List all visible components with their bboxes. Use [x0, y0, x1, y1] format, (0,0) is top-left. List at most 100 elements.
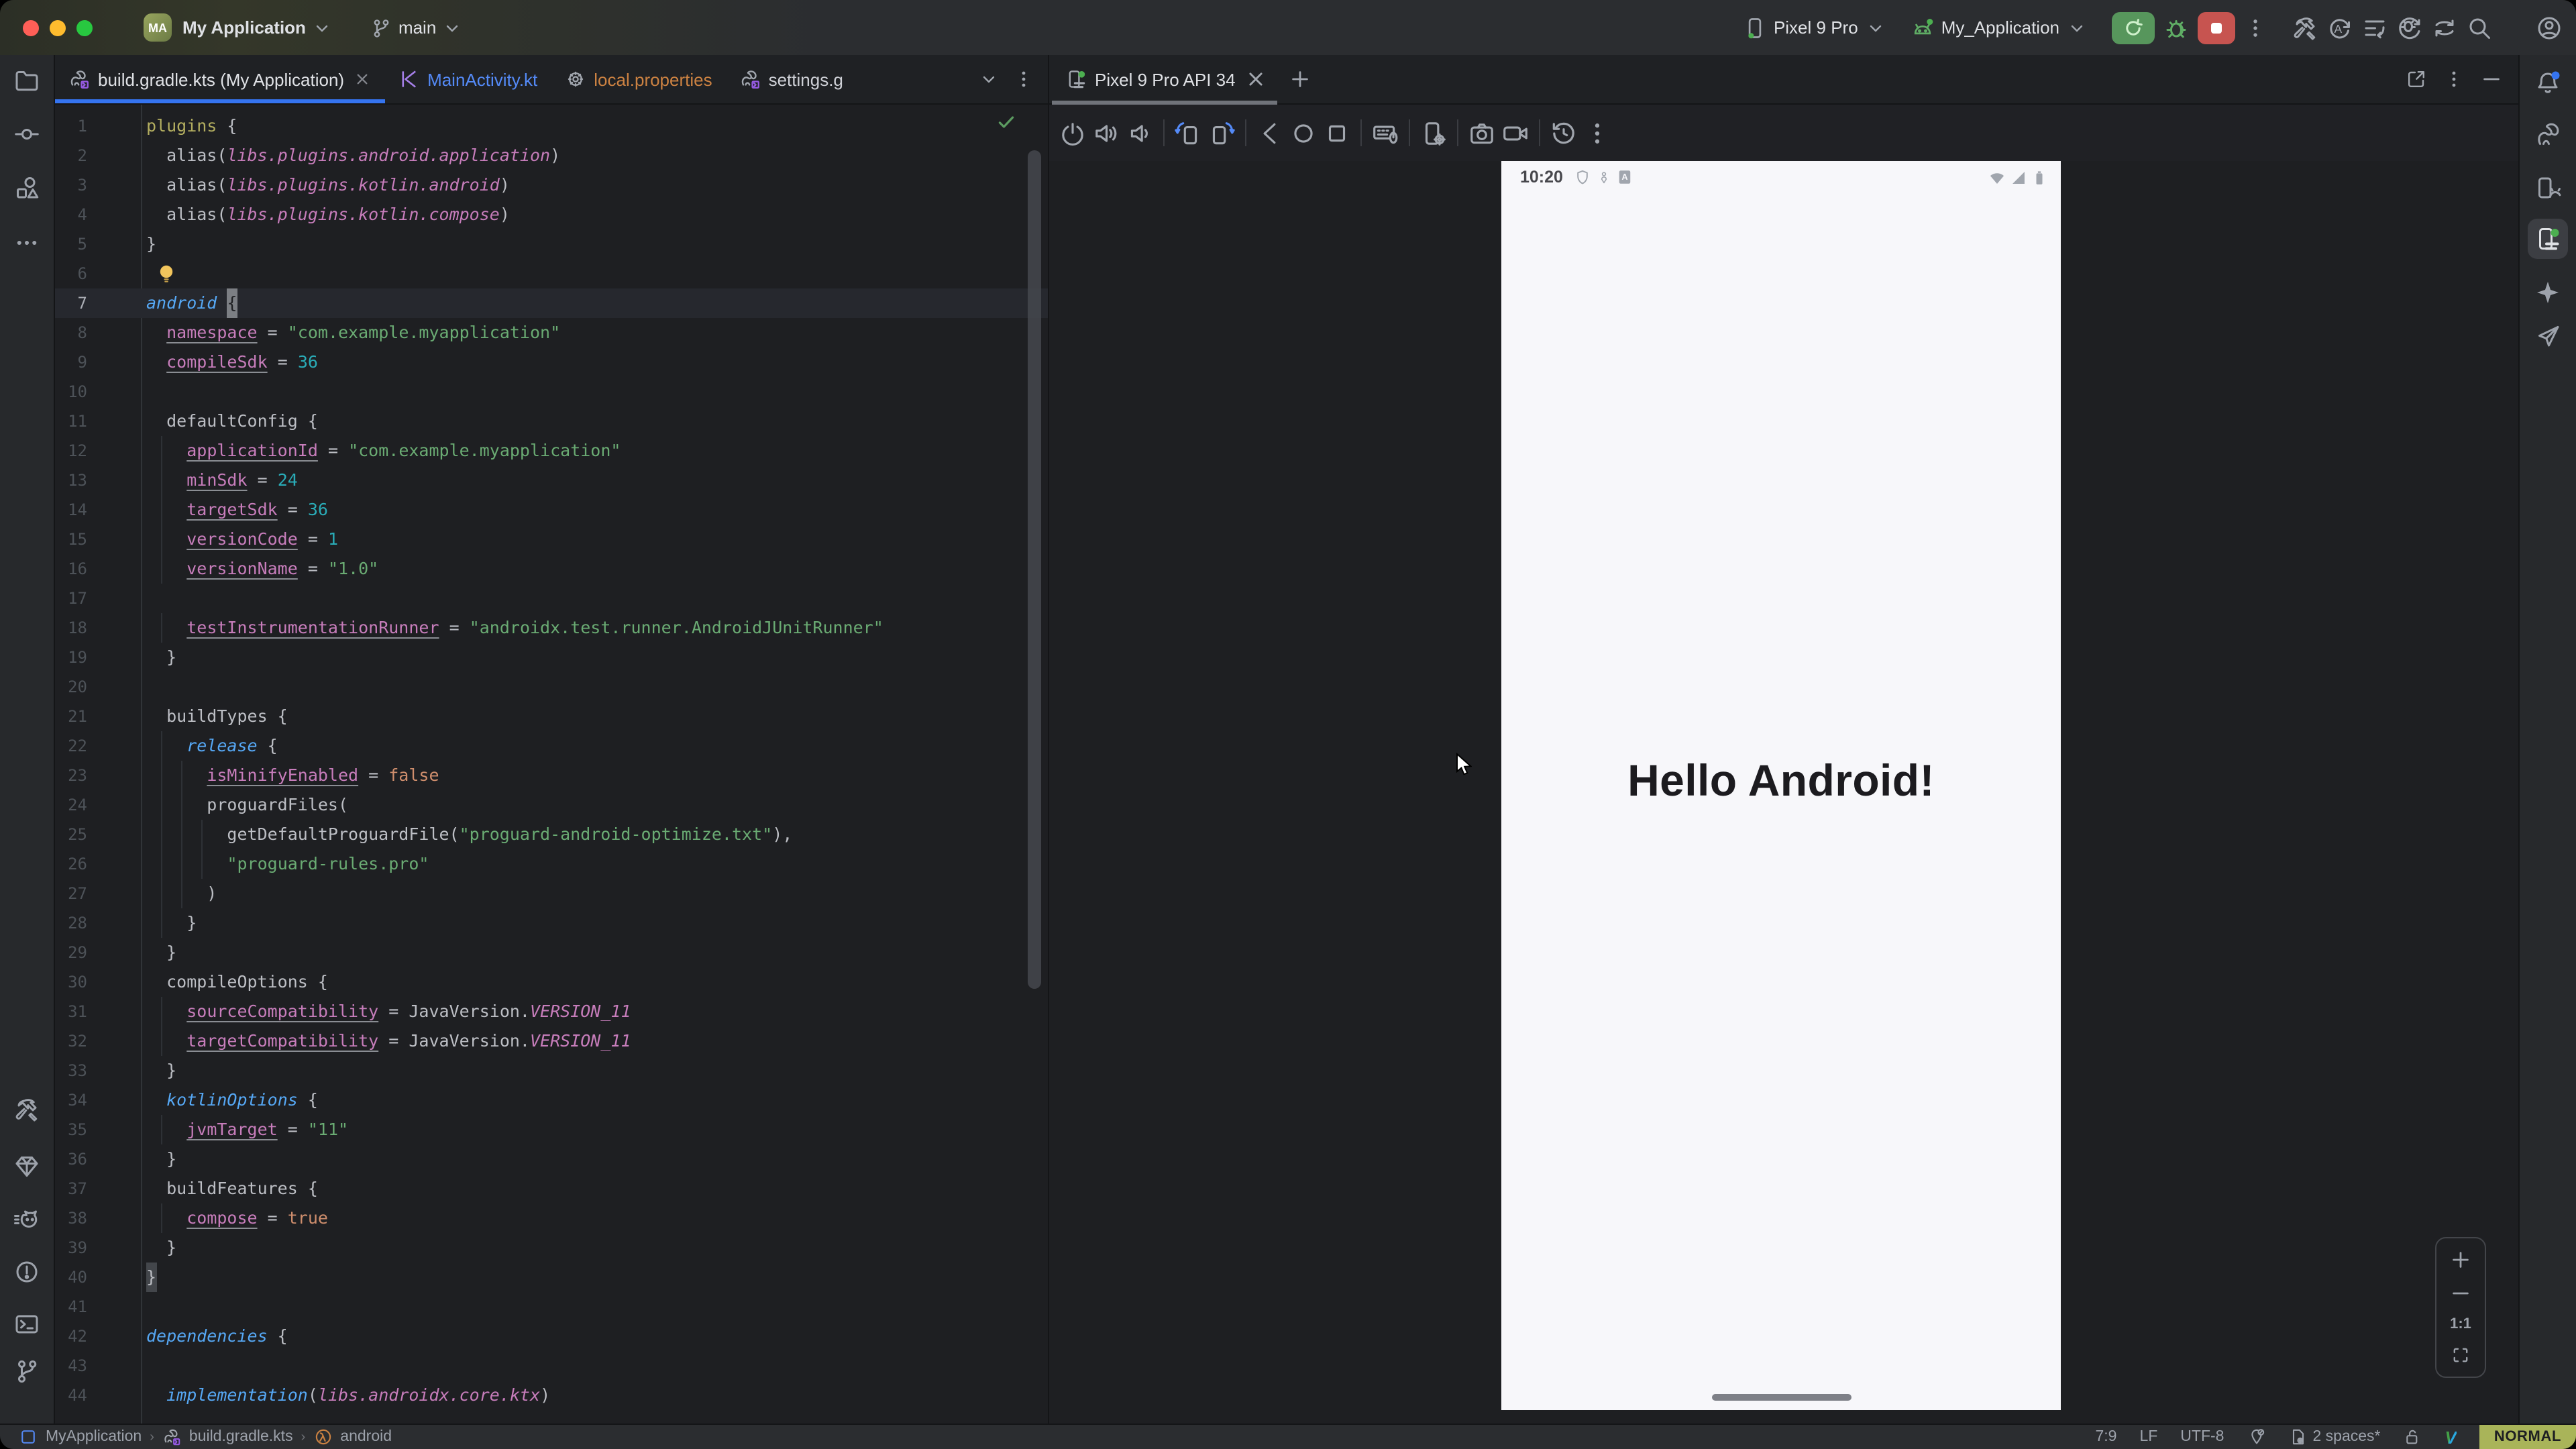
line-number[interactable]: 43 — [55, 1351, 87, 1381]
code-editor[interactable]: 1plugins {2 alias(libs.plugins.android.a… — [55, 105, 1048, 1424]
code-line[interactable]: 43 — [55, 1351, 1048, 1381]
line-number[interactable]: 9 — [55, 347, 87, 377]
line-number[interactable]: 8 — [55, 318, 87, 347]
device-mirroring-icon[interactable] — [2431, 14, 2458, 41]
code-line[interactable]: 1plugins { — [55, 111, 1048, 141]
close-icon[interactable] — [1244, 67, 1268, 91]
gradle-icon[interactable] — [2534, 122, 2561, 149]
line-number[interactable]: 20 — [55, 672, 87, 702]
device-tab[interactable]: Pixel 9 Pro API 34 — [1049, 55, 1279, 103]
code-line[interactable]: 7android { — [55, 288, 1048, 318]
hidden-tabs-icon[interactable] — [978, 68, 1000, 90]
line-number[interactable]: 23 — [55, 761, 87, 790]
code-line[interactable]: 44 implementation(libs.androidx.core.ktx… — [55, 1381, 1048, 1410]
code-line[interactable]: 11 defaultConfig { — [55, 407, 1048, 436]
logcat-icon[interactable] — [13, 1206, 40, 1233]
build-variants-icon[interactable] — [2361, 14, 2388, 41]
code-line[interactable]: 24 proguardFiles( — [55, 790, 1048, 820]
breadcrumb-item[interactable]: build.gradle.kts — [189, 1429, 293, 1445]
line-number[interactable]: 34 — [55, 1085, 87, 1115]
code-line[interactable]: 12 applicationId = "com.example.myapplic… — [55, 436, 1048, 466]
code-line[interactable]: 38 compose = true — [55, 1203, 1048, 1233]
device-settings-icon[interactable] — [1419, 119, 1448, 147]
reset-icon[interactable] — [1550, 119, 1578, 147]
code-line[interactable]: 13 minSdk = 24 — [55, 466, 1048, 495]
line-number[interactable]: 35 — [55, 1115, 87, 1144]
close-icon[interactable] — [352, 70, 371, 89]
code-line[interactable]: 2 alias(libs.plugins.android.application… — [55, 141, 1048, 170]
open-in-window-icon[interactable] — [2406, 68, 2427, 90]
project-tool-icon[interactable] — [13, 67, 40, 94]
code-line[interactable]: 34 kotlinOptions { — [55, 1085, 1048, 1115]
rerun-button[interactable] — [2112, 11, 2155, 44]
code-line[interactable]: 28 } — [55, 908, 1048, 938]
line-number[interactable]: 10 — [55, 377, 87, 407]
code-line[interactable]: 31 sourceCompatibility = JavaVersion.VER… — [55, 997, 1048, 1026]
code-line[interactable]: 6 — [55, 259, 1048, 288]
line-number[interactable]: 41 — [55, 1292, 87, 1322]
tab-options-icon[interactable] — [1013, 68, 1034, 90]
sync-project-icon[interactable]: A — [2326, 14, 2353, 41]
macos-close-button[interactable] — [23, 19, 39, 36]
debug-button[interactable] — [2163, 14, 2190, 41]
zoom-ratio[interactable]: 1:1 — [2450, 1316, 2471, 1332]
app-quality-insights-icon[interactable] — [13, 1152, 40, 1179]
resource-manager-icon[interactable] — [13, 174, 40, 201]
line-number[interactable]: 44 — [55, 1381, 87, 1410]
screen-record-icon[interactable] — [1501, 119, 1529, 147]
code-line[interactable]: 40} — [55, 1263, 1048, 1292]
profile-icon[interactable] — [2536, 14, 2563, 41]
rotate-left-icon[interactable] — [1174, 119, 1202, 147]
macos-zoom-button[interactable] — [76, 19, 93, 36]
emulator-options-icon[interactable] — [1583, 119, 1611, 147]
home-icon[interactable] — [1289, 119, 1318, 147]
more-tools-icon[interactable] — [13, 229, 40, 256]
line-number[interactable]: 21 — [55, 702, 87, 731]
rotate-right-icon[interactable] — [1208, 119, 1236, 147]
device-manager-icon[interactable] — [2534, 174, 2561, 201]
code-line[interactable]: 5} — [55, 229, 1048, 259]
line-number[interactable]: 28 — [55, 908, 87, 938]
tab-mainactivity[interactable]: MainActivity.kt — [384, 55, 551, 103]
code-line[interactable]: 14 targetSdk = 36 — [55, 495, 1048, 525]
line-number[interactable]: 24 — [55, 790, 87, 820]
code-line[interactable]: 21 buildTypes { — [55, 702, 1048, 731]
line-number[interactable]: 31 — [55, 997, 87, 1026]
terminal-icon[interactable] — [13, 1311, 40, 1338]
code-line[interactable]: 26 "proguard-rules.pro" — [55, 849, 1048, 879]
lock-open-icon[interactable] — [2404, 1428, 2422, 1446]
line-number[interactable]: 39 — [55, 1233, 87, 1263]
run-configuration-selector[interactable]: My_Application — [1911, 15, 2088, 40]
line-number[interactable]: 27 — [55, 879, 87, 908]
code-line[interactable]: 8 namespace = "com.example.myapplication… — [55, 318, 1048, 347]
line-number[interactable]: 16 — [55, 554, 87, 584]
overview-icon[interactable] — [1323, 119, 1351, 147]
build-icon[interactable] — [2292, 14, 2318, 41]
line-number[interactable]: 30 — [55, 967, 87, 997]
code-line[interactable]: 23 isMinifyEnabled = false — [55, 761, 1048, 790]
line-number[interactable]: 40 — [55, 1263, 87, 1292]
line-number[interactable]: 15 — [55, 525, 87, 554]
code-line[interactable]: 9 compileSdk = 36 — [55, 347, 1048, 377]
screenshot-icon[interactable] — [1468, 119, 1496, 147]
settings-icon[interactable] — [2501, 14, 2528, 41]
macos-minimize-button[interactable] — [50, 19, 66, 36]
hide-panel-icon[interactable] — [2481, 68, 2502, 90]
stop-button[interactable] — [2198, 11, 2235, 44]
line-number[interactable]: 17 — [55, 584, 87, 613]
line-number[interactable]: 2 — [55, 141, 87, 170]
line-number[interactable]: 32 — [55, 1026, 87, 1056]
ai-status-icon[interactable] — [2247, 1428, 2265, 1446]
code-line[interactable]: 39 } — [55, 1233, 1048, 1263]
vim-plugin-icon[interactable]: V — [2445, 1427, 2457, 1447]
gemini-icon[interactable] — [2534, 279, 2561, 306]
code-line[interactable]: 27 ) — [55, 879, 1048, 908]
line-number[interactable]: 18 — [55, 613, 87, 643]
caret-position[interactable]: 7:9 — [2095, 1429, 2116, 1445]
code-line[interactable]: 30 compileOptions { — [55, 967, 1048, 997]
line-number[interactable]: 33 — [55, 1056, 87, 1085]
breadcrumb-item[interactable]: android — [340, 1429, 392, 1445]
code-line[interactable]: 19 } — [55, 643, 1048, 672]
code-line[interactable]: 41 — [55, 1292, 1048, 1322]
running-devices-icon[interactable] — [2534, 225, 2561, 252]
